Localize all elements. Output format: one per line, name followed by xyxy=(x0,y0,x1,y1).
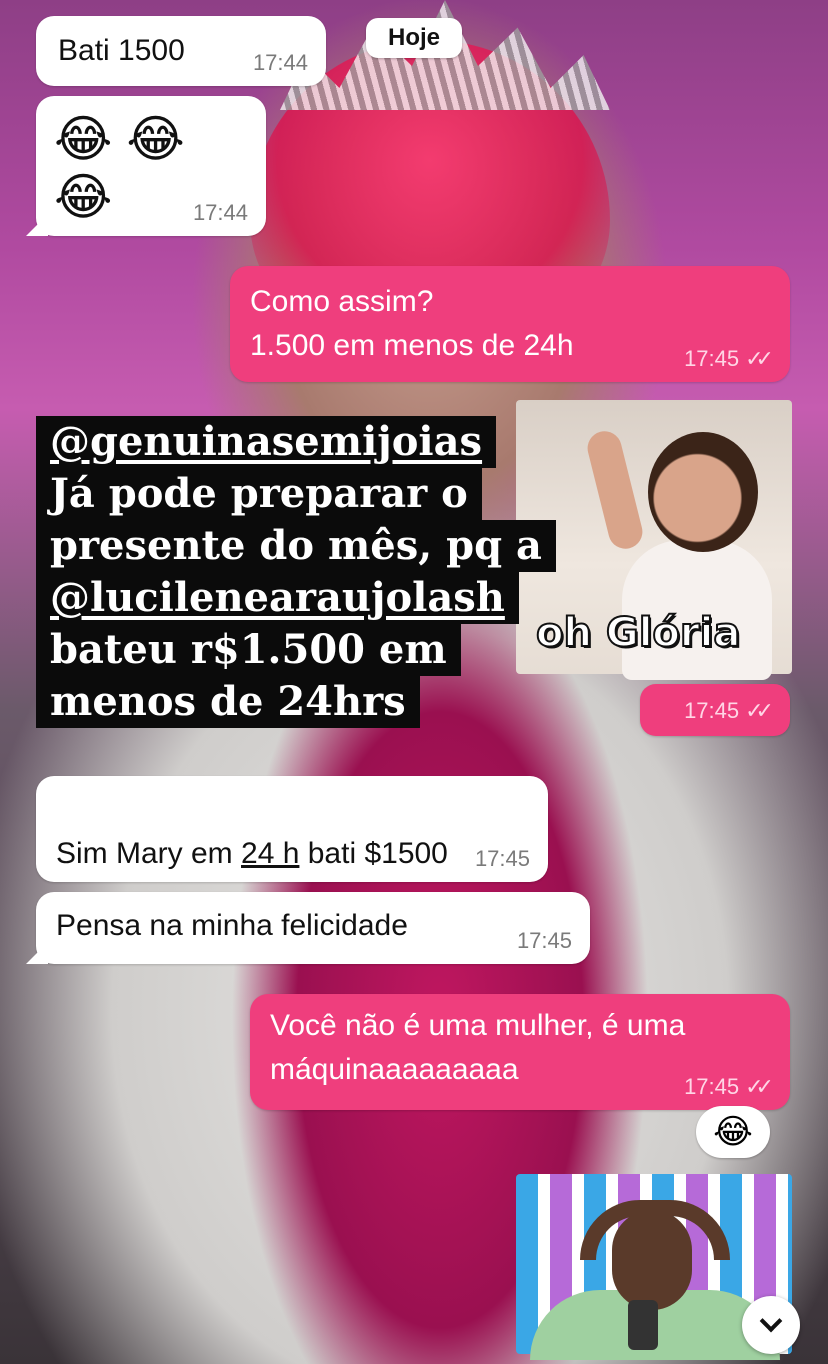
message-time: 17:44 xyxy=(192,200,248,225)
message-time: 17:45 xyxy=(474,846,530,871)
message-incoming[interactable]: Pensa na minha felicidade 17:45 xyxy=(26,892,590,964)
story-line: menos de 24hrs xyxy=(36,676,420,728)
message-meta: 17:44 xyxy=(253,50,308,76)
chevron-down-icon xyxy=(759,1309,783,1333)
message-meta: 17:45 ✓✓ xyxy=(684,698,774,724)
message-text: Pensa na minha felicidade xyxy=(56,909,408,942)
double-check-icon: ✓✓ xyxy=(745,698,774,723)
message-time: 17:45 xyxy=(684,346,740,371)
story-line: @genuinasemijoias xyxy=(36,416,497,468)
story-line: bateu r$1.500 em xyxy=(36,624,461,676)
message-meta: 17:44 xyxy=(193,200,248,226)
message-meta: 17:45 xyxy=(517,928,572,954)
message-incoming[interactable]: Bati 1500 17:44 xyxy=(36,16,326,86)
story-line: presente do mês, pq a xyxy=(36,520,556,572)
sticker-caption: oh Glória xyxy=(535,609,741,657)
message-text-part: bati $1500 xyxy=(299,837,448,870)
message-meta: 17:45 xyxy=(475,846,530,872)
message-meta: 17:45 ✓✓ xyxy=(684,346,774,372)
story-mention: @genuinasemijoias xyxy=(50,418,483,465)
message-text: Bati 1500 xyxy=(58,34,185,67)
message-text: Como assim? 1.500 em menos de 24h xyxy=(250,285,574,362)
message-time: 17:44 xyxy=(252,50,308,75)
message-reaction[interactable]: 😂 xyxy=(696,1106,770,1158)
chat-screen: Bati 1500 17:44 Hoje 😂😂😂 17:44 Como assi… xyxy=(0,0,828,1364)
message-text: Sim Mary em 24 h bati $1500 xyxy=(56,788,448,876)
double-check-icon: ✓✓ xyxy=(745,1074,774,1099)
message-outgoing[interactable]: Como assim? 1.500 em menos de 24h 17:45 … xyxy=(230,266,790,382)
message-text-part: Sim Mary em xyxy=(56,837,242,870)
message-time: 17:45 xyxy=(684,698,740,723)
story-mention: @lucilenearaujolash xyxy=(50,574,505,621)
message-outgoing[interactable]: Você não é uma mulher, é uma máquinaaaaa… xyxy=(250,994,790,1110)
message-incoming[interactable]: 😂😂😂 17:44 xyxy=(26,96,266,236)
story-line: Já pode preparar o xyxy=(36,468,482,520)
sticker-baby-head xyxy=(648,432,758,552)
message-link-duration[interactable]: 24 h xyxy=(241,837,299,870)
sticker-microphone xyxy=(628,1300,658,1350)
bubble-tail xyxy=(26,214,48,236)
message-time: 17:45 xyxy=(516,928,572,953)
message-time: 17:45 xyxy=(684,1074,740,1099)
story-text-overlay: @genuinasemijoias Já pode preparar o pre… xyxy=(36,416,556,728)
message-meta: 17:45 ✓✓ xyxy=(684,1074,774,1100)
message-text: Você não é uma mulher, é uma máquinaaaaa… xyxy=(270,1009,686,1086)
date-separator-chip: Hoje xyxy=(366,18,462,58)
message-incoming[interactable]: Sim Mary em 24 h bati $1500 17:45 xyxy=(36,776,548,882)
bubble-tail xyxy=(26,942,48,964)
story-line: @lucilenearaujolash xyxy=(36,572,519,624)
scroll-to-bottom-button[interactable] xyxy=(742,1296,800,1354)
double-check-icon: ✓✓ xyxy=(745,346,774,371)
sticker-time-chip: 17:45 ✓✓ xyxy=(640,684,790,736)
